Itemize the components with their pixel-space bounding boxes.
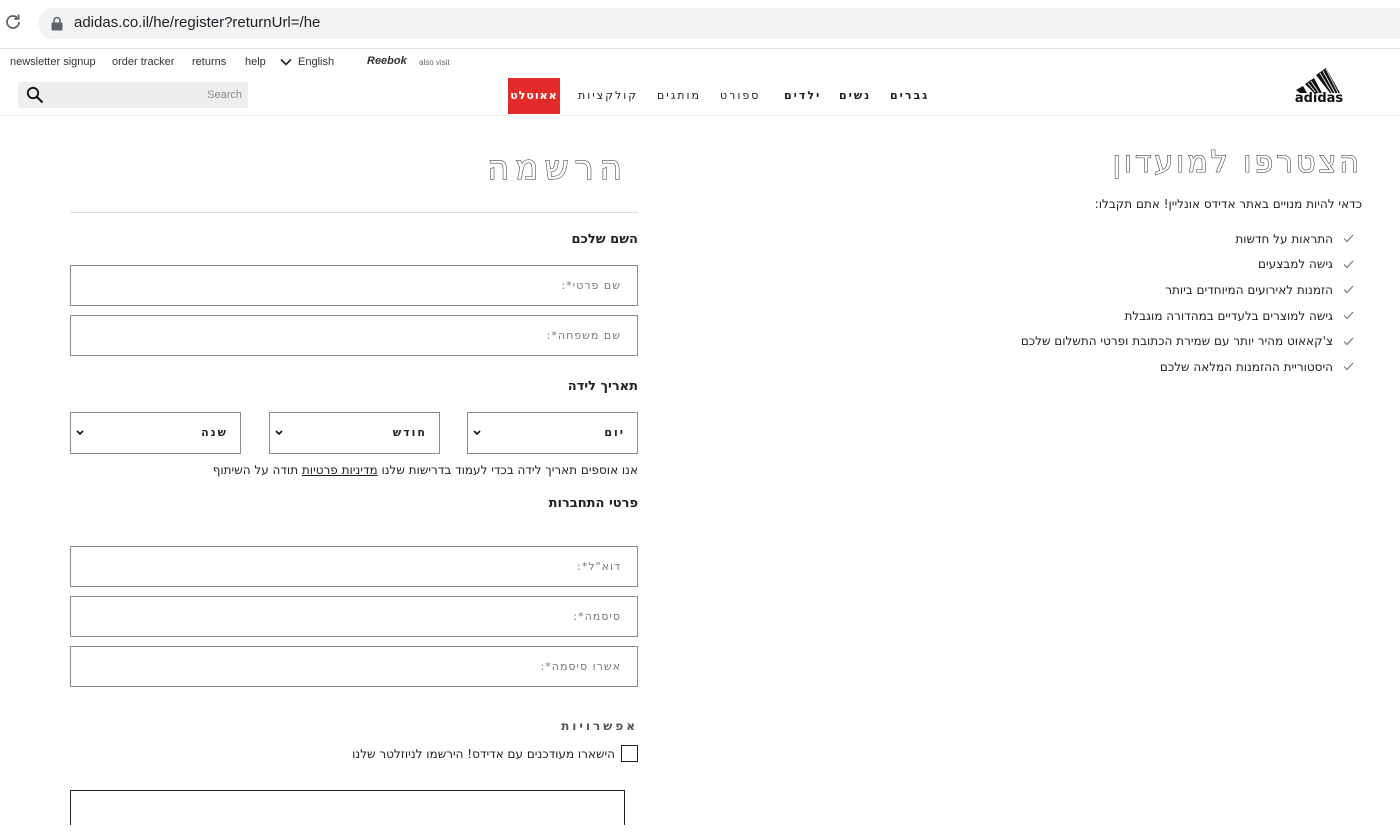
email-input[interactable]	[71, 547, 637, 586]
nav-brands[interactable]: מותגים	[657, 89, 701, 102]
nav-collections[interactable]: קולקציות	[578, 89, 638, 102]
benefit-text: גישה למבצעים	[1258, 257, 1333, 272]
lock-icon	[51, 16, 63, 31]
month-select-label: חודש	[392, 426, 427, 439]
benefit-text: התראות על חדשות	[1235, 231, 1333, 246]
name-section-heading: השם שלכם	[571, 232, 638, 247]
dob-privacy-note: אנו אוספים תאריך לידה בכדי לעמוד בדרישות…	[213, 463, 638, 477]
options-section-heading: אפשרויות	[561, 719, 638, 733]
month-select[interactable]: חודש	[269, 412, 440, 454]
first-name-field-box	[70, 265, 638, 306]
year-select[interactable]: שנה	[70, 412, 241, 454]
privacy-text-after: תודה על השיתוף	[212, 463, 302, 477]
confirm-password-field-box	[70, 646, 638, 687]
benefit-text: היסטוריית ההזמנות המלאה שלכם	[1159, 359, 1333, 374]
returns-link[interactable]: returns	[192, 56, 226, 68]
list-item: התראות על חדשות	[1021, 226, 1354, 252]
language-selector[interactable]: English	[298, 56, 334, 68]
day-select-label: יום	[604, 426, 625, 439]
last-name-field-box	[70, 315, 638, 356]
chevron-down-icon	[473, 430, 481, 436]
password-field-box	[70, 596, 638, 637]
benefit-text: צ'קאאוט מהיר יותר עם שמירת הכתובת ופרטי …	[1020, 334, 1333, 349]
last-name-input[interactable]	[71, 316, 637, 355]
order-tracker-link[interactable]: order tracker	[112, 56, 174, 68]
check-icon	[1343, 311, 1354, 320]
main-nav: גברים נשים ילדים ספורט מותגים קולקציות א…	[0, 78, 1400, 114]
also-visit-label: also visit	[419, 58, 450, 67]
nav-women[interactable]: נשים	[839, 89, 871, 102]
register-title: הרשמה	[487, 148, 628, 189]
privacy-text-before: אנו אוספים תאריך לידה בכדי לעמוד בדרישות…	[377, 463, 638, 477]
newsletter-checkbox-label[interactable]: הישארו מעודכנים עם אדידס! הירשמו לניוזלט…	[352, 747, 615, 761]
address-bar[interactable]: adidas.co.il/he/register?returnUrl=/he	[38, 8, 1400, 39]
reload-icon[interactable]	[4, 13, 22, 31]
newsletter-checkbox[interactable]	[621, 745, 638, 762]
help-link[interactable]: help	[245, 56, 266, 68]
adidas-logo[interactable]: adidas	[1288, 64, 1350, 104]
year-select-label: שנה	[201, 426, 228, 439]
list-item: גישה למבצעים	[1021, 252, 1354, 278]
url-text: adidas.co.il/he/register?returnUrl=/he	[74, 14, 321, 31]
newsletter-optin: הישארו מעודכנים עם אדידס! הירשמו לניוזלט…	[352, 745, 638, 762]
check-icon	[1343, 286, 1354, 294]
list-item: צ'קאאוט מהיר יותר עם שמירת הכתובת ופרטי …	[1021, 328, 1354, 354]
check-icon	[1343, 362, 1354, 371]
join-club-subtitle: כדאי להיות מנויים באתר אדידס אונליין! את…	[1094, 197, 1362, 211]
nav-men[interactable]: גברים	[890, 89, 929, 102]
confirm-password-input[interactable]	[71, 647, 637, 686]
check-icon	[1343, 234, 1354, 243]
list-item: גישה למוצרים בלעדיים במהדורה מוגבלת	[1021, 303, 1354, 329]
chevron-down-icon	[275, 430, 283, 436]
dob-section-heading: תאריך לידה	[567, 379, 638, 394]
check-icon	[1343, 260, 1354, 269]
browser-toolbar: adidas.co.il/he/register?returnUrl=/he	[0, 0, 1400, 49]
benefit-text: הזמנות לאירועים המיוחדים ביותר	[1165, 282, 1333, 297]
first-name-input[interactable]	[71, 266, 637, 305]
password-input[interactable]	[71, 597, 637, 636]
nav-outlet[interactable]: אאוטלט	[508, 78, 560, 114]
chevron-down-icon[interactable]	[280, 57, 292, 67]
day-select[interactable]: יום	[467, 412, 638, 454]
title-divider	[70, 212, 638, 213]
chevron-down-icon	[76, 430, 84, 436]
nav-divider	[0, 115, 1400, 116]
email-field-box	[70, 546, 638, 587]
login-section-heading: פרטי התחברות	[548, 496, 638, 511]
nav-kids[interactable]: ילדים	[784, 89, 821, 102]
captcha-box[interactable]	[70, 790, 625, 825]
svg-text:adidas: adidas	[1295, 91, 1344, 104]
list-item: היסטוריית ההזמנות המלאה שלכם	[1021, 354, 1354, 380]
check-icon	[1343, 337, 1354, 346]
privacy-policy-link[interactable]: מדיניות פרטיות	[302, 463, 378, 477]
newsletter-signup-link[interactable]: newsletter signup	[10, 56, 96, 68]
benefit-text: גישה למוצרים בלעדיים במהדורה מוגבלת	[1124, 308, 1333, 323]
benefits-list: התראות על חדשות גישה למבצעים הזמנות לאיר…	[1021, 226, 1354, 380]
join-club-title: הצטרפו למועדון	[1112, 145, 1362, 181]
reebok-logo[interactable]: Reebok	[367, 55, 407, 67]
nav-sport[interactable]: ספורט	[720, 89, 760, 102]
list-item: הזמנות לאירועים המיוחדים ביותר	[1021, 277, 1354, 303]
